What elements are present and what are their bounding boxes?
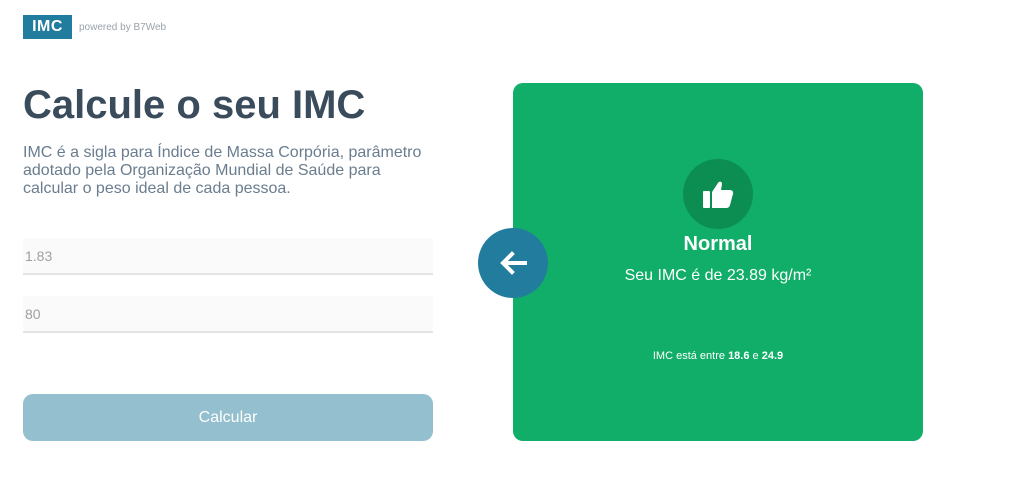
- logo: IMC: [23, 15, 72, 39]
- result-range: IMC está entre 18.6 e 24.9: [513, 350, 923, 362]
- header: IMC powered by B7Web: [23, 15, 166, 39]
- intro-section: Calcule o seu IMC IMC é a sigla para Índ…: [23, 80, 433, 198]
- back-button[interactable]: [478, 228, 548, 298]
- range-prefix: IMC está entre: [652, 350, 729, 362]
- thumbs-up-icon: [683, 159, 753, 229]
- weight-input[interactable]: [23, 296, 433, 333]
- height-input[interactable]: [23, 238, 433, 275]
- powered-by-text: powered by B7Web: [79, 21, 167, 33]
- range-joiner: e: [749, 350, 762, 362]
- arrow-left-icon: [500, 251, 527, 275]
- result-title: Normal: [683, 233, 753, 255]
- result-value: Seu IMC é de 23.89 kg/m²: [624, 267, 812, 284]
- page-title: Calcule o seu IMC: [23, 83, 366, 127]
- result-card: Normal Seu IMC é de 23.89 kg/m² IMC está…: [513, 83, 923, 441]
- range-max: 24.9: [761, 350, 784, 362]
- page-description: IMC é a sigla para Índice de Massa Corpó…: [23, 144, 422, 197]
- range-min: 18.6: [728, 350, 750, 362]
- calculate-button[interactable]: Calcular: [23, 394, 433, 441]
